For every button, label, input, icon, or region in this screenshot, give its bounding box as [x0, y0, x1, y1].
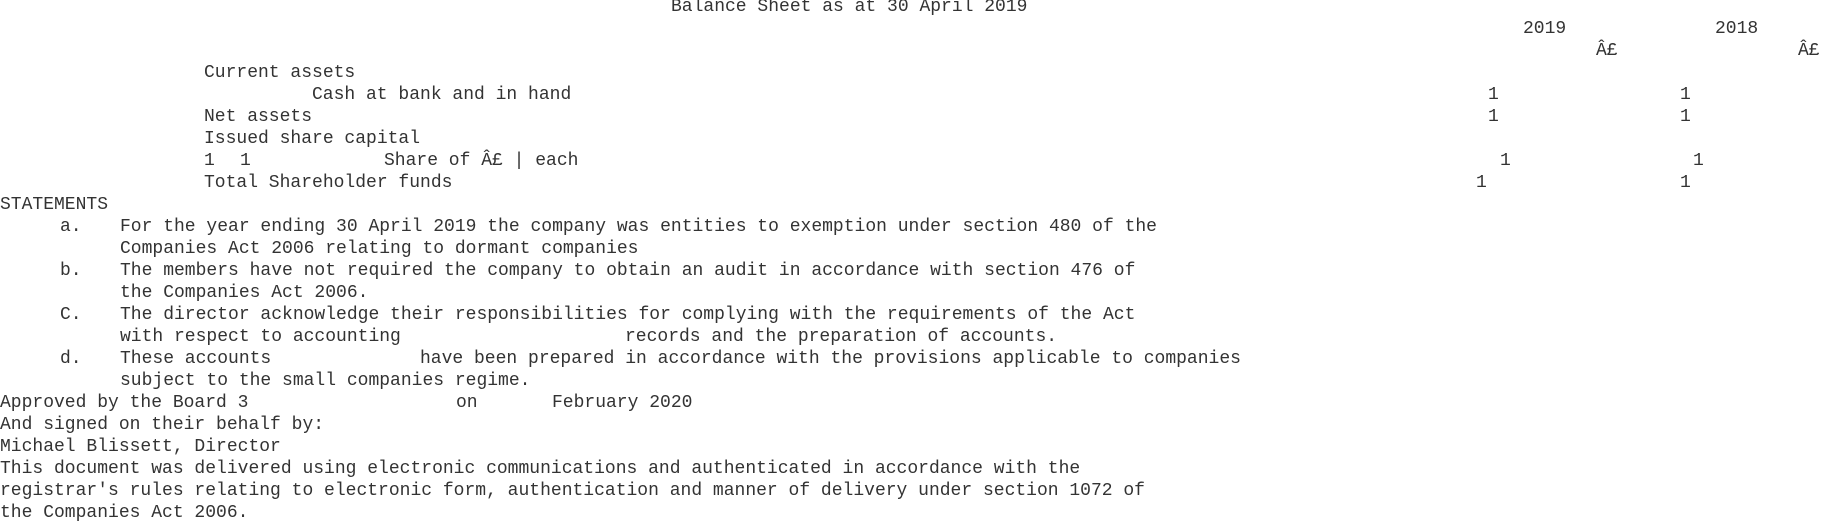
statements-heading: STATEMENTS: [0, 195, 109, 215]
share-count-b: 1: [240, 151, 251, 171]
share-value-2019: 1: [1500, 151, 1511, 171]
column-header-2019: 2019: [1523, 19, 1567, 39]
signatory-name: Michael Blissett, Director: [0, 437, 281, 457]
statement-a-line-2: Companies Act 2006 relating to dormant c…: [120, 239, 639, 259]
total-funds-value-2019: 1: [1476, 173, 1487, 193]
statement-b-line-1: The members have not required the compan…: [120, 261, 1136, 281]
statement-marker-a: a.: [60, 217, 82, 237]
issued-share-capital-label: Issued share capital: [204, 129, 421, 149]
statement-marker-d: d.: [60, 349, 82, 369]
statement-d-line-1b: have been prepared in accordance with th…: [420, 349, 1241, 369]
share-value-2018: 1: [1693, 151, 1704, 171]
footer-line-3: the Companies Act 2006.: [0, 503, 249, 523]
share-count-a: 1: [204, 151, 215, 171]
statement-c-line-2a: with respect to accounting: [120, 327, 401, 347]
statement-marker-c: C.: [60, 305, 82, 325]
total-funds-label: Total Shareholder funds: [204, 173, 453, 193]
statement-d-line-1a: These accounts: [120, 349, 272, 369]
approved-on-text: on: [456, 393, 478, 413]
statement-b-line-2: the Companies Act 2006.: [120, 283, 369, 303]
document-title: Balance Sheet as at 30 April 2019: [671, 0, 1028, 17]
cash-label: Cash at bank and in hand: [312, 85, 572, 105]
statement-a-line-1: For the year ending 30 April 2019 the co…: [120, 217, 1157, 237]
current-assets-label: Current assets: [204, 63, 356, 83]
net-assets-value-2018: 1: [1680, 107, 1691, 127]
net-assets-label: Net assets: [204, 107, 313, 127]
approved-date: February 2020: [552, 393, 693, 413]
statement-c-line-2b: records and the preparation of accounts.: [625, 327, 1058, 347]
statement-marker-b: b.: [60, 261, 82, 281]
cash-value-2019: 1: [1488, 85, 1499, 105]
currency-2018: Â£: [1798, 41, 1820, 61]
footer-line-1: This document was delivered using electr…: [0, 459, 1081, 479]
column-header-2018: 2018: [1715, 19, 1759, 39]
footer-line-2: registrar's rules relating to electronic…: [0, 481, 1145, 501]
statement-c-line-1: The director acknowledge their responsib…: [120, 305, 1136, 325]
total-funds-value-2018: 1: [1680, 173, 1691, 193]
statement-d-line-2: subject to the small companies regime.: [120, 371, 531, 391]
cash-value-2018: 1: [1680, 85, 1691, 105]
share-description: Share of Â£ | each: [384, 151, 579, 171]
signed-line: And signed on their behalf by:: [0, 415, 325, 435]
currency-2019: Â£: [1596, 41, 1618, 61]
approved-by-text: Approved by the Board 3: [0, 393, 249, 413]
net-assets-value-2019: 1: [1488, 107, 1499, 127]
